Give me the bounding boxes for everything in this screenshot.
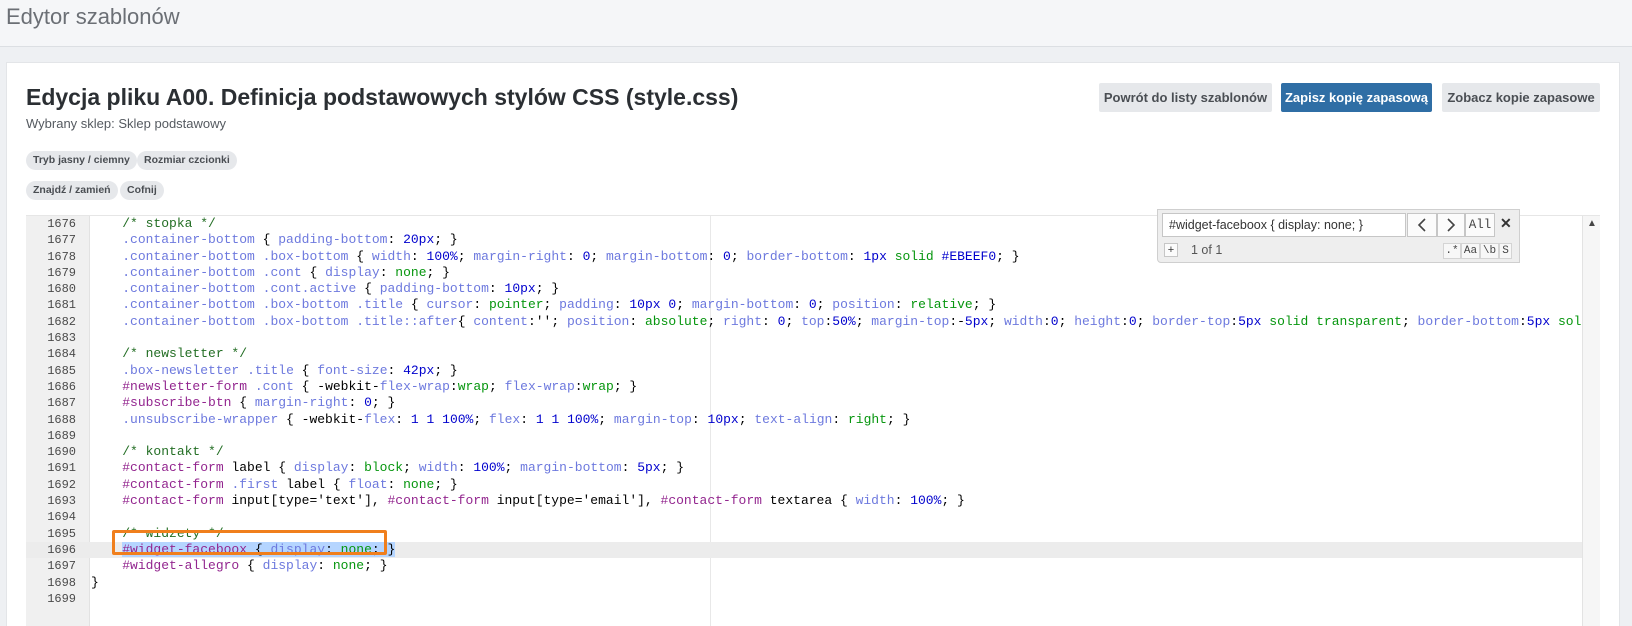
code-lines[interactable]: 1676 /* stopka */ 1677 .container-bottom … (26, 216, 1597, 607)
code-line[interactable]: 1691 #contact-form label { display: bloc… (26, 460, 1582, 476)
chevron-right-icon (1447, 218, 1456, 232)
code-line[interactable]: 1685 .box-newsletter .title { font-size:… (26, 363, 1582, 379)
search-prev-button[interactable] (1407, 213, 1437, 237)
line-number: 1683 (47, 331, 76, 346)
regex-toggle[interactable]: .* (1443, 243, 1461, 259)
close-icon[interactable]: ✕ (1500, 215, 1512, 232)
line-number: 1697 (47, 559, 76, 574)
line-number: 1696 (47, 542, 76, 557)
line-code[interactable]: #contact-form label { display: block; wi… (91, 460, 684, 476)
line-code[interactable]: .unsubscribe-wrapper { -webkit-flex: 1 1… (91, 412, 910, 428)
code-editor[interactable]: 1676 /* stopka */ 1677 .container-bottom … (26, 215, 1600, 626)
save-backup-button[interactable]: Zapisz kopię zapasową (1281, 83, 1432, 112)
line-number: 1681 (47, 298, 76, 313)
code-line[interactable]: 1689 (26, 428, 1582, 444)
theme-toggle-button[interactable]: Tryb jasny / ciemny (26, 151, 137, 170)
line-code[interactable]: .container-bottom .box-bottom .title::af… (91, 314, 1597, 330)
line-number: 1677 (47, 233, 76, 248)
code-line[interactable]: 1693 #contact-form input[type='text'], #… (26, 493, 1582, 509)
line-number: 1690 (47, 445, 76, 460)
code-line[interactable]: 1683 (26, 330, 1582, 346)
search-result-count: 1 of 1 (1191, 243, 1223, 257)
line-number: 1688 (47, 412, 76, 427)
line-number: 1694 (47, 510, 76, 525)
scroll-up-icon[interactable]: ▲ (1587, 218, 1597, 229)
page-header: Edytor szablonów (0, 0, 1632, 47)
line-code[interactable]: .container-bottom .cont.active { padding… (91, 281, 559, 297)
line-code[interactable]: } (91, 575, 99, 591)
code-line[interactable]: 1690 /* kontakt */ (26, 444, 1582, 460)
line-code[interactable]: .container-bottom .cont { display: none;… (91, 265, 450, 281)
code-line[interactable]: 1682 .container-bottom .box-bottom .titl… (26, 314, 1597, 330)
line-number: 1680 (47, 282, 76, 297)
line-number: 1692 (47, 477, 76, 492)
line-number: 1695 (47, 526, 76, 541)
line-number: 1682 (47, 314, 76, 329)
line-code[interactable]: #widget-faceboox { display: none; } (91, 541, 396, 558)
line-code[interactable]: #subscribe-btn { margin-right: 0; } (91, 395, 395, 411)
back-to-templates-button[interactable]: Powrót do listy szablonów (1099, 83, 1272, 112)
code-line[interactable]: 1681 .container-bottom .box-bottom .titl… (26, 297, 1582, 313)
code-line[interactable]: 1692 #contact-form .first label { float:… (26, 477, 1582, 493)
line-number: 1691 (47, 461, 76, 476)
code-line[interactable]: 1694 (26, 509, 1582, 525)
code-line[interactable]: 1699 (26, 591, 1582, 607)
chevron-left-icon (1417, 218, 1426, 232)
file-title: Edycja pliku A00. Definicja podstawowych… (26, 84, 739, 110)
code-line[interactable]: 1684 /* newsletter */ (26, 346, 1582, 362)
line-code[interactable]: #contact-form input[type='text'], #conta… (91, 493, 965, 509)
code-line[interactable]: 1687 #subscribe-btn { margin-right: 0; } (26, 395, 1582, 411)
line-code[interactable]: .container-bottom .box-bottom .title { c… (91, 297, 996, 313)
line-code[interactable]: /* stopka */ (91, 216, 216, 232)
selected-shop: Wybrany sklep: Sklep podstawowy (26, 116, 227, 131)
line-number: 1686 (47, 379, 76, 394)
code-line[interactable]: 1680 .container-bottom .cont.active { pa… (26, 281, 1582, 297)
search-in-selection-toggle[interactable]: S (1499, 243, 1512, 259)
page-title: Edytor szablonów (6, 4, 180, 29)
code-line[interactable]: 1698} (26, 575, 1582, 591)
line-number: 1676 (47, 217, 76, 231)
replace-expand-button[interactable]: + (1164, 243, 1178, 257)
line-code[interactable]: .container-bottom { padding-bottom: 20px… (91, 232, 457, 248)
line-code[interactable]: .container-bottom .box-bottom { width: 1… (91, 249, 1019, 265)
line-number: 1687 (47, 396, 76, 411)
line-code[interactable]: #newsletter-form .cont { -webkit-flex-wr… (91, 379, 637, 395)
font-size-button[interactable]: Rozmiar czcionki (137, 151, 237, 170)
line-code[interactable]: /* widzety */ (91, 526, 223, 542)
line-code[interactable]: /* kontakt */ (91, 444, 223, 460)
code-line[interactable]: 1696 #widget-faceboox { display: none; } (26, 541, 1582, 559)
whole-word-toggle[interactable]: \b (1480, 243, 1499, 259)
code-line[interactable]: 1679 .container-bottom .cont { display: … (26, 265, 1582, 281)
search-panel: #widget-faceboox { display: none; } All … (1157, 209, 1520, 263)
code-line[interactable]: 1686 #newsletter-form .cont { -webkit-fl… (26, 379, 1582, 395)
line-number: 1699 (47, 591, 76, 606)
code-line[interactable]: 1688 .unsubscribe-wrapper { -webkit-flex… (26, 412, 1582, 428)
code-line[interactable]: 1695 /* widzety */ (26, 526, 1582, 542)
search-next-button[interactable] (1437, 213, 1465, 237)
find-replace-button[interactable]: Znajdź / zamień (26, 181, 118, 200)
line-code[interactable]: #widget-allegro { display: none; } (91, 558, 387, 574)
editor-scrollbar[interactable]: ▲ (1582, 216, 1600, 626)
line-code[interactable]: /* newsletter */ (91, 346, 247, 362)
undo-button[interactable]: Cofnij (120, 181, 164, 200)
line-code[interactable]: .box-newsletter .title { font-size: 42px… (91, 363, 458, 379)
view-backups-button[interactable]: Zobacz kopie zapasowe (1442, 83, 1600, 112)
line-number: 1684 (47, 347, 76, 362)
line-number: 1693 (47, 494, 76, 509)
line-number: 1678 (47, 249, 76, 264)
line-number: 1698 (47, 575, 76, 590)
line-code[interactable]: #contact-form .first label { float: none… (91, 477, 458, 493)
line-number: 1689 (47, 428, 76, 443)
search-input[interactable]: #widget-faceboox { display: none; } (1162, 213, 1406, 237)
search-all-button[interactable]: All (1465, 213, 1495, 237)
case-sensitive-toggle[interactable]: Aa (1461, 243, 1480, 259)
line-number: 1679 (47, 265, 76, 280)
line-number: 1685 (47, 363, 76, 378)
code-line[interactable]: 1697 #widget-allegro { display: none; } (26, 558, 1582, 574)
